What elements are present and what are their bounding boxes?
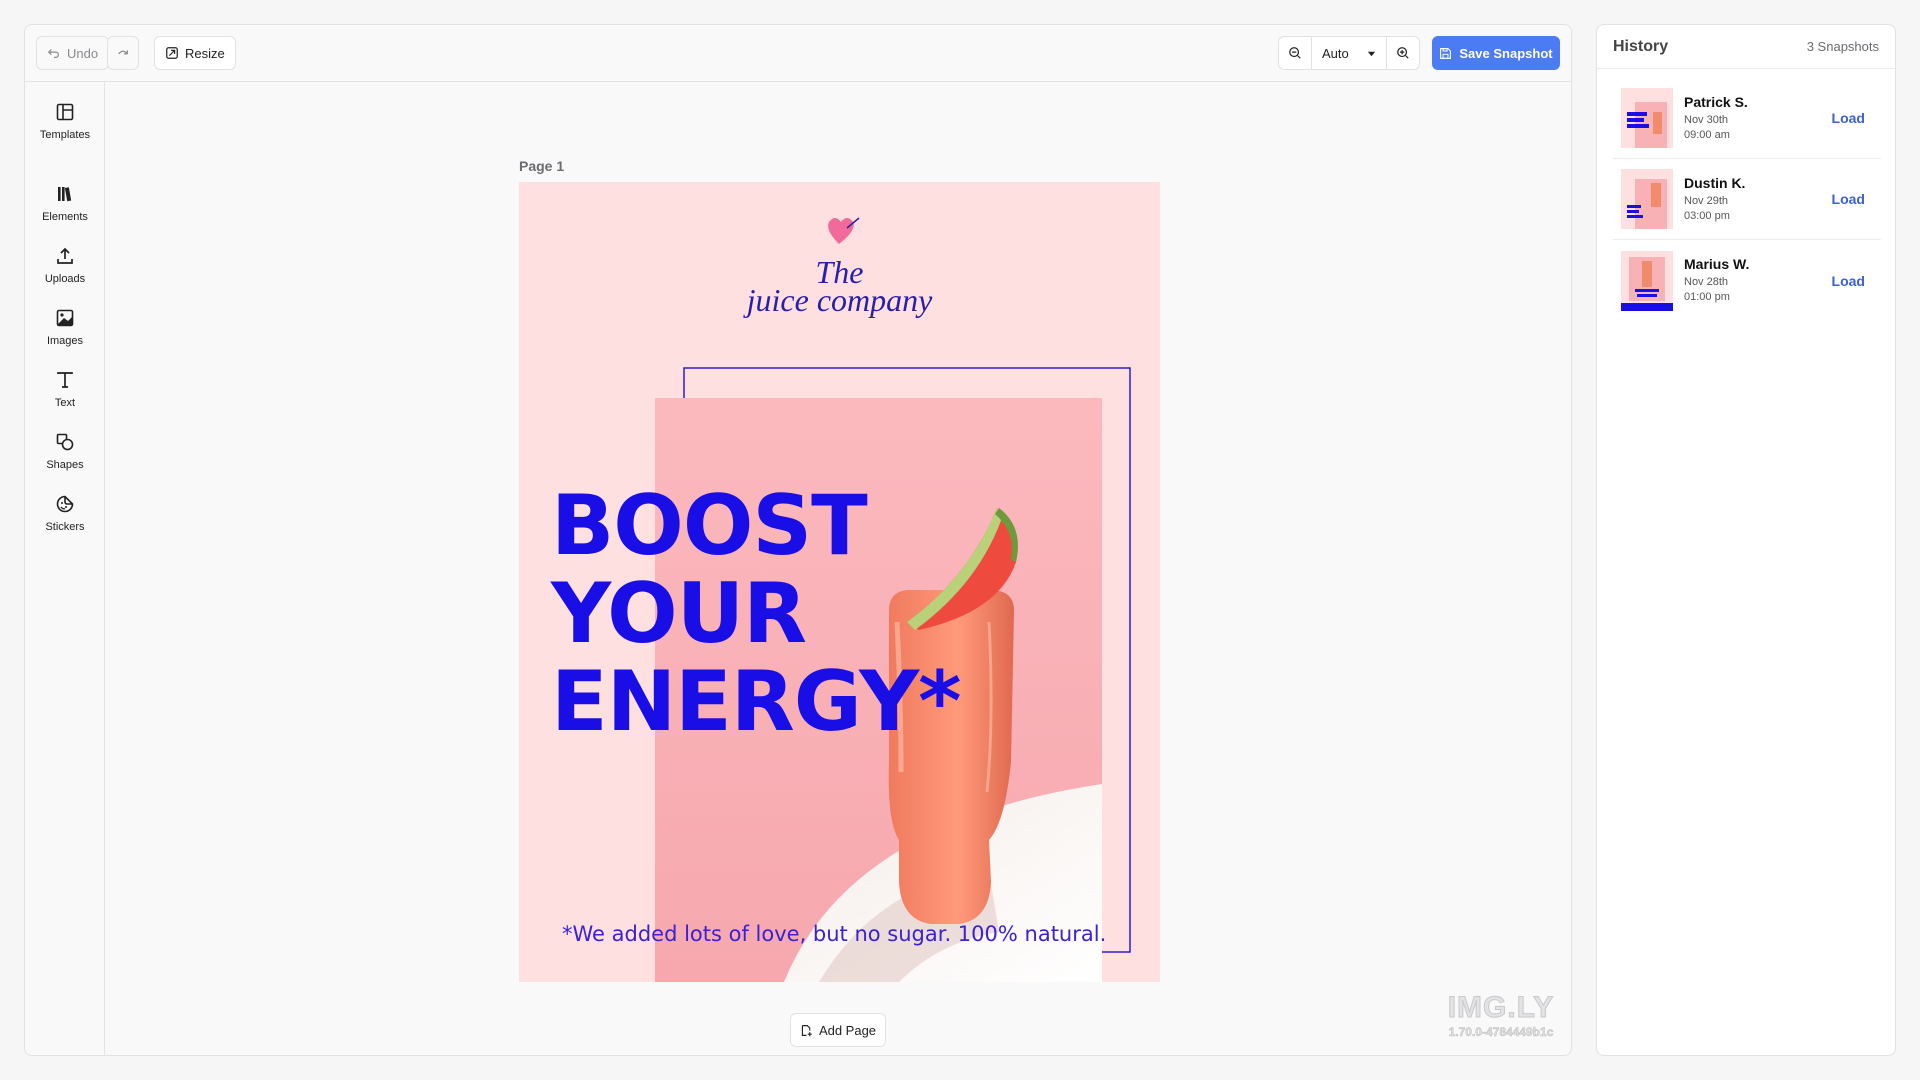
rail-item-elements[interactable]: Elements [25,176,105,234]
page-label: Page 1 [519,158,565,174]
rail-item-templates[interactable]: Templates [25,94,105,152]
snapshot-time: 09:00 am [1684,128,1730,141]
rail-label: Templates [39,129,91,141]
headline-line: ENERGY* [551,653,962,750]
load-snapshot-button[interactable]: Load [1832,110,1865,126]
save-snapshot-button[interactable]: Save Snapshot [1432,36,1560,70]
poster-page[interactable]: The juice company BOOST YOUR ENERGY* *We… [519,182,1160,982]
snapshot-count: 3 Snapshots [1806,39,1879,54]
rail-label: Uploads [44,273,86,285]
history-title: History [1613,37,1669,55]
snapshot-date: Nov 29th [1684,194,1729,207]
rail-label: Shapes [46,459,84,471]
redo-button[interactable] [107,36,139,70]
undo-label: Undo [67,45,99,61]
watermark-version: 1.70.0-4784449b1c [1448,1025,1554,1040]
rail-label: Text [54,397,76,409]
sticker-icon [56,495,74,513]
resize-label: Resize [185,45,225,61]
save-icon [1440,47,1452,59]
footnote[interactable]: *We added lots of love, but no sugar. 10… [562,922,1106,946]
snapshot-meta: Dustin K. Nov 29th 03:00 pm [1684,175,1832,224]
resize-button[interactable]: Resize [154,36,236,70]
add-page-button[interactable]: Add Page [790,1013,886,1047]
snapshot-thumbnail [1621,169,1673,229]
snapshot-time: 01:00 pm [1684,291,1730,303]
zoom-in-icon [1397,47,1409,59]
rail-label: Stickers [45,521,85,533]
upload-icon [57,247,73,264]
headline-line: BOOST [551,477,868,574]
history-header: History 3 Snapshots [1597,25,1895,69]
elements-icon [58,187,72,202]
rail-item-images[interactable]: Images [25,300,105,358]
save-label: Save Snapshot [1459,45,1553,61]
snapshot-time: 03:00 pm [1684,209,1730,222]
snapshot-author: Dustin K. [1684,174,1746,191]
undo-button[interactable]: Undo [36,36,110,70]
load-snapshot-button[interactable]: Load [1832,273,1865,289]
snapshot-meta: Marius W. Nov 28th 01:00 pm [1684,256,1832,305]
zoom-select[interactable]: Auto [1311,37,1387,69]
chevron-down-icon [1367,51,1376,56]
rail-item-stickers[interactable]: Stickers [25,486,105,544]
snapshot-date: Nov 30th [1684,113,1729,126]
rail-item-shapes[interactable]: Shapes [25,424,105,482]
resize-icon [166,47,178,59]
snapshot-thumbnail [1621,88,1673,148]
editor-window: Undo Resize Auto Save Snapshot Templates… [24,24,1572,1056]
brand-name[interactable]: juice company [519,282,1160,319]
add-page-icon [801,1024,812,1036]
snapshot-thumbnail [1621,250,1673,311]
history-panel: History 3 Snapshots Patrick S. Nov 30th … [1596,24,1896,1056]
watermark-logo: IMG.LY [1447,991,1555,1025]
zoom-value: Auto [1322,45,1349,61]
redo-icon [118,50,128,55]
snapshot-date: Nov 28th [1684,276,1729,288]
left-rail: Templates Elements Uploads Images Text S… [25,82,105,1055]
snapshot-item: Patrick S. Nov 30th 09:00 am Load [1613,78,1881,159]
rail-label: Images [46,335,84,347]
zoom-out-icon [1289,47,1301,59]
text-icon [57,372,73,388]
rail-item-uploads[interactable]: Uploads [25,238,105,296]
imgly-watermark: IMG.LY 1.70.0-4784449b1c [1441,991,1561,1040]
shapes-icon [56,433,74,451]
image-icon [56,309,74,327]
snapshot-item: Marius W. Nov 28th 01:00 pm Load [1613,240,1881,321]
zoom-control: Auto [1278,36,1420,70]
undo-icon [47,49,59,58]
load-snapshot-button[interactable]: Load [1832,191,1865,207]
headline[interactable]: BOOST YOUR ENERGY* [551,477,962,750]
snapshot-author: Marius W. [1684,256,1750,272]
zoom-in-button[interactable] [1387,37,1419,69]
snapshot-author: Patrick S. [1684,93,1748,110]
snapshot-meta: Patrick S. Nov 30th 09:00 am [1684,94,1832,143]
snapshot-item: Dustin K. Nov 29th 03:00 pm Load [1613,159,1881,240]
add-page-label: Add Page [818,1022,877,1038]
templates-icon [56,103,74,121]
headline-line: YOUR [551,565,807,662]
top-toolbar: Undo Resize Auto Save Snapshot [25,25,1571,82]
zoom-out-button[interactable] [1279,37,1311,69]
rail-label: Elements [42,211,88,223]
rail-item-text[interactable]: Text [25,362,105,420]
